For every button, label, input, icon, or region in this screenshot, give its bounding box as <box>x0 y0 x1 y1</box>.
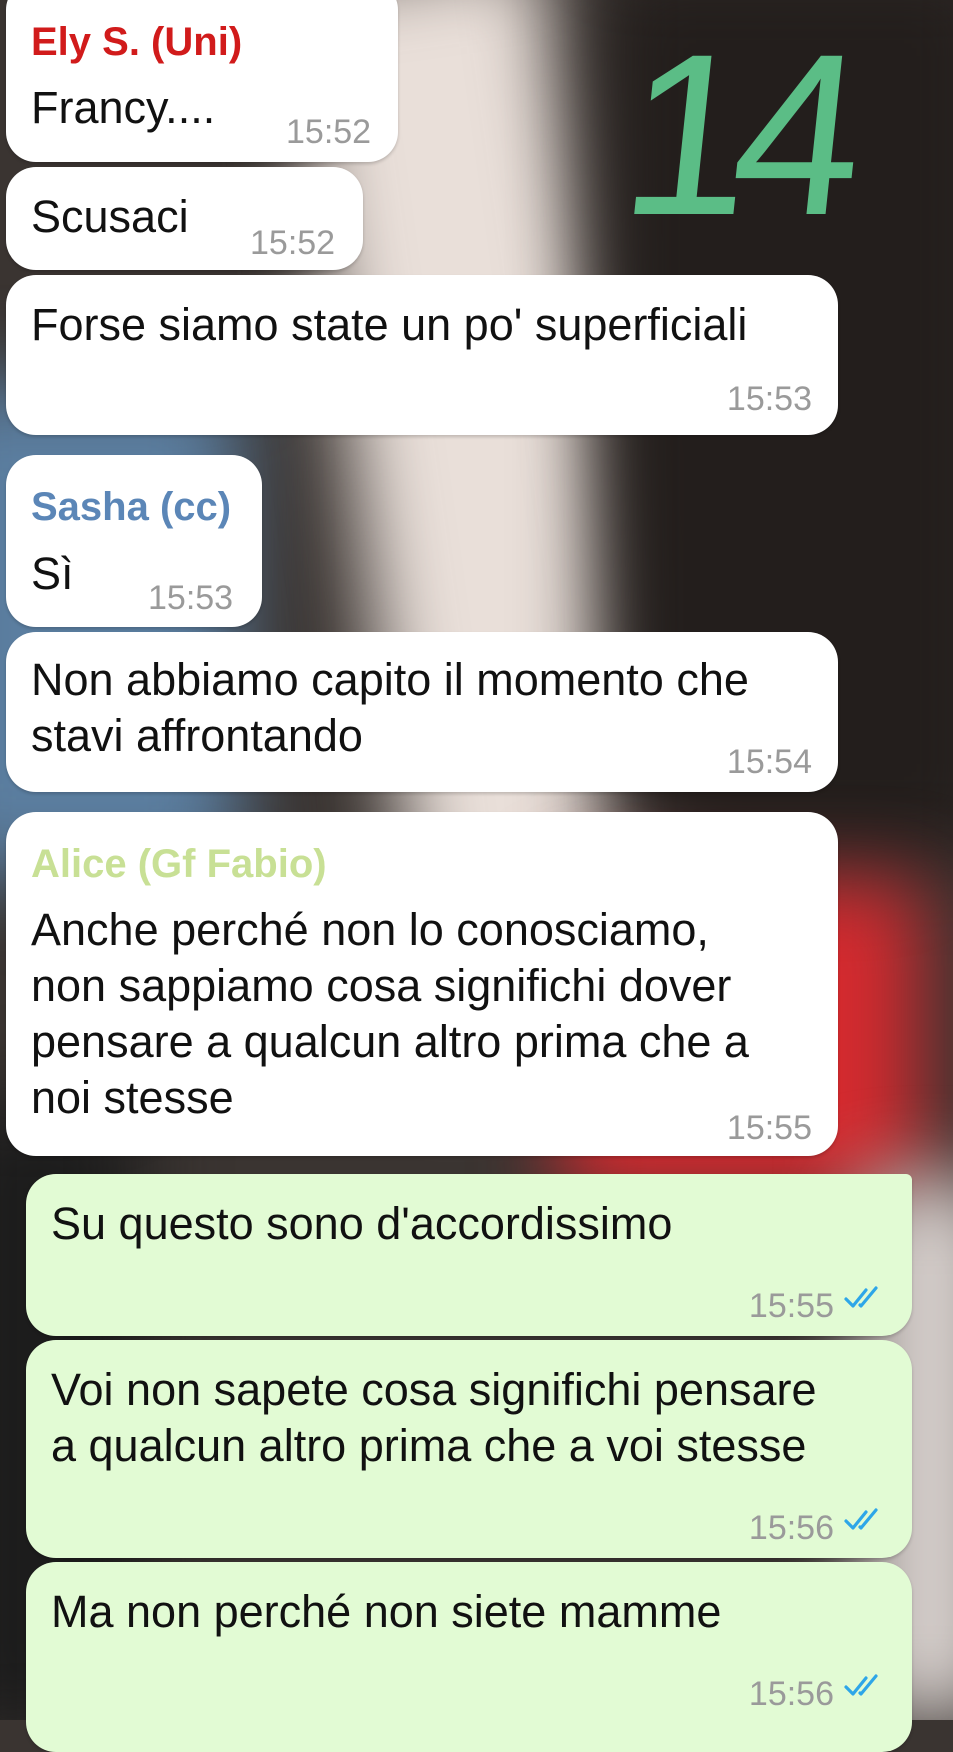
message-time: 15:56 <box>748 1509 834 1547</box>
message-bubble[interactable]: Alice (Gf Fabio) Anche perché non lo con… <box>6 812 838 1156</box>
message-bubble[interactable]: Forse siamo state un po' superficiali 15… <box>6 275 838 435</box>
message-time: 15:55 <box>726 1109 812 1147</box>
message-time: 15:53 <box>726 380 812 418</box>
message-bubble[interactable]: Sasha (cc) Sì 15:53 <box>6 455 262 627</box>
message-text: Sì <box>31 548 74 599</box>
read-double-check-icon <box>844 1508 878 1530</box>
message-text: Francy.... <box>31 82 216 133</box>
message-time: 15:52 <box>286 113 372 151</box>
message-time: 15:52 <box>250 224 336 262</box>
message-text: Non abbiamo capito il momento che stavi … <box>31 654 749 761</box>
message-bubble[interactable]: Ely S. (Uni) Francy.... 15:52 <box>6 0 398 162</box>
sender-name: Ely S. (Uni) <box>31 20 243 64</box>
message-text: Ma non perché non siete mamme <box>51 1586 722 1637</box>
message-text: Su questo sono d'accordissimo <box>51 1198 673 1249</box>
message-time: 15:53 <box>148 579 234 617</box>
message-text: Scusaci <box>31 191 189 242</box>
message-text: Voi non sapete cosa significhi pensare a… <box>51 1364 817 1471</box>
sender-name: Alice (Gf Fabio) <box>31 842 327 886</box>
message-time: 15:56 <box>748 1675 834 1713</box>
sender-name: Sasha (cc) <box>31 485 232 529</box>
message-bubble[interactable]: Voi non sapete cosa significhi pensare a… <box>26 1340 912 1558</box>
message-text: Forse siamo state un po' superficiali <box>31 299 748 350</box>
read-double-check-icon <box>844 1286 878 1308</box>
message-bubble[interactable]: Su questo sono d'accordissimo 15:55 <box>26 1174 912 1336</box>
message-text: Anche perché non lo conosciamo, non sapp… <box>31 904 749 1123</box>
read-double-check-icon <box>844 1674 878 1696</box>
message-bubble[interactable]: Non abbiamo capito il momento che stavi … <box>6 632 838 792</box>
message-time: 15:54 <box>726 743 812 781</box>
handwritten-page-number: 14 <box>611 6 859 263</box>
message-bubble[interactable]: Scusaci 15:52 <box>6 167 363 270</box>
message-bubble[interactable]: Ma non perché non siete mamme 15:56 <box>26 1562 912 1752</box>
message-time: 15:55 <box>748 1287 834 1325</box>
